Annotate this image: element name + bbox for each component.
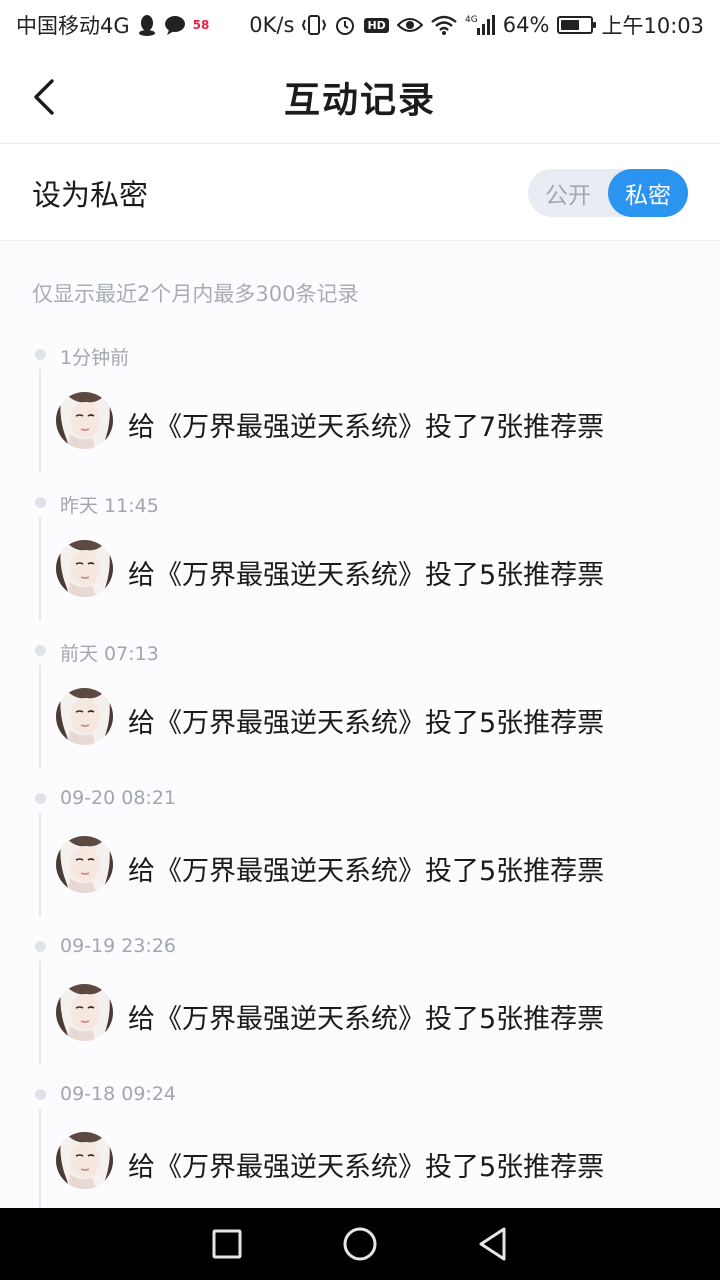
header: 互动记录 bbox=[0, 50, 720, 144]
timeline-line bbox=[39, 1109, 41, 1213]
record-time: 1分钟前 bbox=[60, 347, 130, 369]
record-time: 09-20 08:21 bbox=[60, 787, 177, 809]
system-back-button[interactable] bbox=[473, 1224, 513, 1264]
cell-signal-icon: 4G bbox=[465, 14, 495, 36]
vibrate-icon bbox=[302, 14, 327, 36]
records-limit-note: 仅显示最近2个月内最多300条记录 bbox=[32, 282, 359, 306]
record-item: 09-20 08:21 给《万界最强逆天系统》投了5张推荐票 bbox=[0, 779, 720, 927]
timeline-line bbox=[39, 961, 41, 1065]
timeline-line bbox=[39, 369, 41, 473]
record-time: 09-19 23:26 bbox=[60, 935, 177, 957]
app-badge: 58 bbox=[192, 18, 210, 32]
timeline-dot bbox=[35, 1089, 46, 1100]
square-icon bbox=[212, 1229, 242, 1259]
hd-icon: HD bbox=[364, 17, 389, 33]
record-item: 前天 07:13 给《万界最强逆天系统》投了5张推荐票 bbox=[0, 631, 720, 779]
triangle-back-icon bbox=[479, 1227, 506, 1261]
record-item: 09-19 23:26 给《万界最强逆天系统》投了5张推荐票 bbox=[0, 927, 720, 1075]
privacy-toggle[interactable]: 公开 私密 bbox=[528, 168, 688, 217]
record-item: 昨天 11:45 给《万界最强逆天系统》投了5张推荐票 bbox=[0, 483, 720, 631]
avatar[interactable] bbox=[56, 1132, 113, 1189]
timeline-line bbox=[39, 665, 41, 769]
avatar[interactable] bbox=[56, 984, 113, 1041]
record-text: 给《万界最强逆天系统》投了5张推荐票 bbox=[128, 856, 605, 887]
chat-bubble-icon bbox=[164, 15, 186, 35]
record-text: 给《万界最强逆天系统》投了5张推荐票 bbox=[128, 1152, 605, 1183]
wifi-icon bbox=[431, 15, 457, 35]
record-text: 给《万界最强逆天系统》投了5张推荐票 bbox=[128, 560, 605, 591]
record-time: 前天 07:13 bbox=[60, 643, 159, 665]
home-button[interactable] bbox=[340, 1224, 380, 1264]
page-title: 互动记录 bbox=[283, 78, 436, 121]
back-button[interactable] bbox=[22, 72, 66, 122]
record-timeline: 1分钟前 给《万界最强逆天系统》投了7张推荐票 昨天 11:45 给《万界最强逆… bbox=[0, 335, 720, 1223]
qq-icon bbox=[137, 14, 157, 36]
avatar[interactable] bbox=[56, 540, 113, 597]
toggle-public[interactable]: 公开 bbox=[528, 169, 608, 217]
toggle-private[interactable]: 私密 bbox=[608, 168, 688, 217]
timeline-line bbox=[39, 813, 41, 917]
timeline-dot bbox=[35, 645, 46, 656]
privacy-label: 设为私密 bbox=[32, 177, 149, 212]
timeline-dot bbox=[35, 941, 46, 952]
clock: 上午10:03 bbox=[601, 14, 704, 38]
circle-icon bbox=[343, 1227, 377, 1261]
screen: 中国移动4G 58 0K/s HD 4G 64% 上午10:03 互动记录 设为… bbox=[0, 0, 720, 1280]
timeline-dot bbox=[35, 497, 46, 508]
record-item: 1分钟前 给《万界最强逆天系统》投了7张推荐票 bbox=[0, 335, 720, 483]
record-time: 09-18 09:24 bbox=[60, 1083, 177, 1105]
carrier-label: 中国移动4G bbox=[16, 14, 130, 38]
avatar[interactable] bbox=[56, 688, 113, 745]
avatar[interactable] bbox=[56, 392, 113, 449]
timeline-dot bbox=[35, 793, 46, 804]
avatar[interactable] bbox=[56, 836, 113, 893]
timeline-line bbox=[39, 517, 41, 621]
record-item: 09-18 09:24 给《万界最强逆天系统》投了5张推荐票 bbox=[0, 1075, 720, 1223]
battery-percent: 64% bbox=[502, 13, 550, 37]
privacy-setting-row: 设为私密 公开 私密 bbox=[0, 145, 720, 241]
timeline-dot bbox=[35, 349, 46, 360]
record-text: 给《万界最强逆天系统》投了5张推荐票 bbox=[128, 708, 605, 739]
battery-icon bbox=[557, 16, 597, 34]
record-text: 给《万界最强逆天系统》投了7张推荐票 bbox=[128, 412, 605, 443]
recent-apps-button[interactable] bbox=[207, 1224, 247, 1264]
signal-type-label: 4G bbox=[465, 15, 478, 25]
alarm-icon bbox=[334, 14, 356, 36]
eye-icon bbox=[396, 16, 423, 34]
record-time: 昨天 11:45 bbox=[60, 495, 159, 517]
status-bar: 中国移动4G 58 0K/s HD 4G 64% 上午10:03 bbox=[0, 0, 720, 50]
record-text: 给《万界最强逆天系统》投了5张推荐票 bbox=[128, 1004, 605, 1035]
battery-fill bbox=[561, 20, 580, 30]
network-speed: 0K/s bbox=[249, 13, 295, 37]
system-nav-bar bbox=[0, 1208, 720, 1280]
chevron-left-icon bbox=[34, 79, 54, 115]
